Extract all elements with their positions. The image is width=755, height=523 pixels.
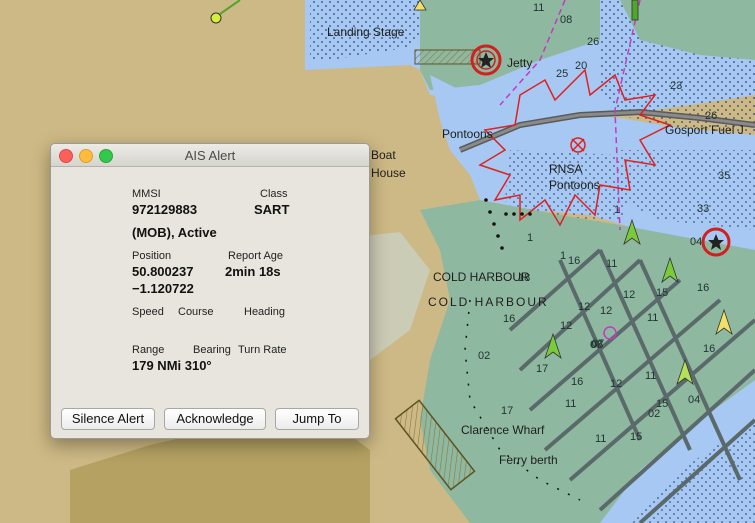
depth-sounding: 16: [503, 313, 516, 325]
silence-alert-button[interactable]: Silence Alert: [61, 408, 155, 430]
map-label-clarence-wharf: Clarence Wharf: [461, 423, 545, 437]
depth-sounding: 11: [645, 370, 657, 382]
depth-sounding: 12: [560, 320, 573, 332]
acknowledge-button[interactable]: Acknowledge: [164, 408, 266, 430]
depth-sounding: 18: [518, 272, 531, 284]
depth-sounding: 02: [478, 350, 491, 362]
class-label: Class: [260, 188, 288, 200]
vessel-icon[interactable]: [631, 0, 639, 21]
depth-sounding: 17: [536, 363, 549, 375]
position-latitude: 50.800237: [132, 264, 194, 279]
depth-sounding: 35: [718, 170, 731, 182]
course-label: Course: [178, 306, 214, 318]
depth-sounding: 1: [527, 232, 534, 244]
window-title: AIS Alert: [184, 148, 236, 163]
depth-sounding: 02: [648, 408, 661, 420]
report-age-value: 2min 18s: [225, 264, 281, 279]
depth-sounding: 11: [565, 398, 577, 410]
depth-sounding: 23: [670, 80, 683, 92]
map-label-rnsa-pontoons: Pontoons: [549, 178, 600, 192]
breakwater: [414, 49, 481, 65]
depth-sounding: 08: [560, 14, 573, 26]
depth-sounding: 11: [595, 433, 607, 445]
position-label: Position: [132, 250, 172, 262]
depth-sounding: 04: [690, 236, 703, 248]
depth-sounding: 12: [578, 301, 591, 313]
depth-sounding: 16: [703, 343, 716, 355]
class-value: SART: [254, 202, 290, 217]
depth-sounding: 20: [575, 60, 588, 72]
range-bearing-value: 179 NMi 310°: [132, 358, 212, 373]
depth-sounding: 12: [610, 378, 623, 390]
map-label-cold-harbour: COLD HARBOUR: [433, 270, 530, 284]
depth-sounding: 15: [656, 287, 669, 299]
jump-to-button[interactable]: Jump To: [275, 408, 359, 430]
depth-sounding: 25: [556, 68, 569, 80]
depth-sounding: 1: [614, 204, 621, 216]
bearing-label: Bearing: [193, 344, 231, 356]
depth-sounding: 12: [623, 289, 636, 301]
depth-sounding: 16: [697, 282, 710, 294]
range-label: Range: [132, 344, 165, 356]
depth-sounding: 12: [600, 305, 613, 317]
mmsi-label: MMSI: [132, 188, 161, 200]
depth-sounding: 07: [592, 338, 605, 350]
waypoint-icon[interactable]: [210, 12, 222, 24]
map-label-house: House: [371, 166, 406, 180]
turn-rate-label: Turn Rate: [238, 344, 287, 356]
report-age-label: Report Age: [228, 250, 284, 262]
depth-sounding: 16: [568, 255, 581, 267]
depth-sounding: 11: [647, 312, 659, 324]
map-label-boat: Boat: [371, 148, 396, 162]
depth-sounding: 15: [630, 431, 643, 443]
map-label-rnsa: RNSA: [549, 162, 583, 176]
position-longitude: −1.120722: [132, 281, 194, 296]
depth-sounding: 26: [705, 110, 718, 122]
depth-sounding: 26: [587, 36, 600, 48]
depth-sounding: 16: [571, 376, 584, 388]
map-label-jetty: Jetty: [507, 56, 533, 70]
mmsi-value: 972129883: [132, 202, 198, 217]
map-label-landing-stage: Landing Stage: [327, 25, 405, 39]
map-label-cold-harbour-area: COLD HARBOUR: [428, 295, 549, 309]
ais-alert-window[interactable]: AIS Alert MMSI 972129883 Class SART (MOB…: [50, 143, 370, 439]
map-label-pontoons: Pontoons: [442, 127, 493, 141]
map-label-gosport: Gosport Fuel J: [665, 123, 744, 137]
depth-sounding: 11: [533, 2, 545, 14]
depth-sounding: 11: [606, 258, 618, 270]
depth-sounding: 17: [501, 405, 514, 417]
heading-label: Heading: [244, 306, 285, 318]
speed-label: Speed: [132, 306, 164, 318]
depth-sounding: 1: [560, 250, 567, 262]
status-value: (MOB), Active: [132, 225, 217, 240]
depth-sounding: 33: [697, 203, 710, 215]
window-titlebar[interactable]: AIS Alert: [51, 144, 369, 167]
depth-sounding: 04: [688, 394, 701, 406]
map-label-ferry-berth: Ferry berth: [499, 453, 558, 467]
